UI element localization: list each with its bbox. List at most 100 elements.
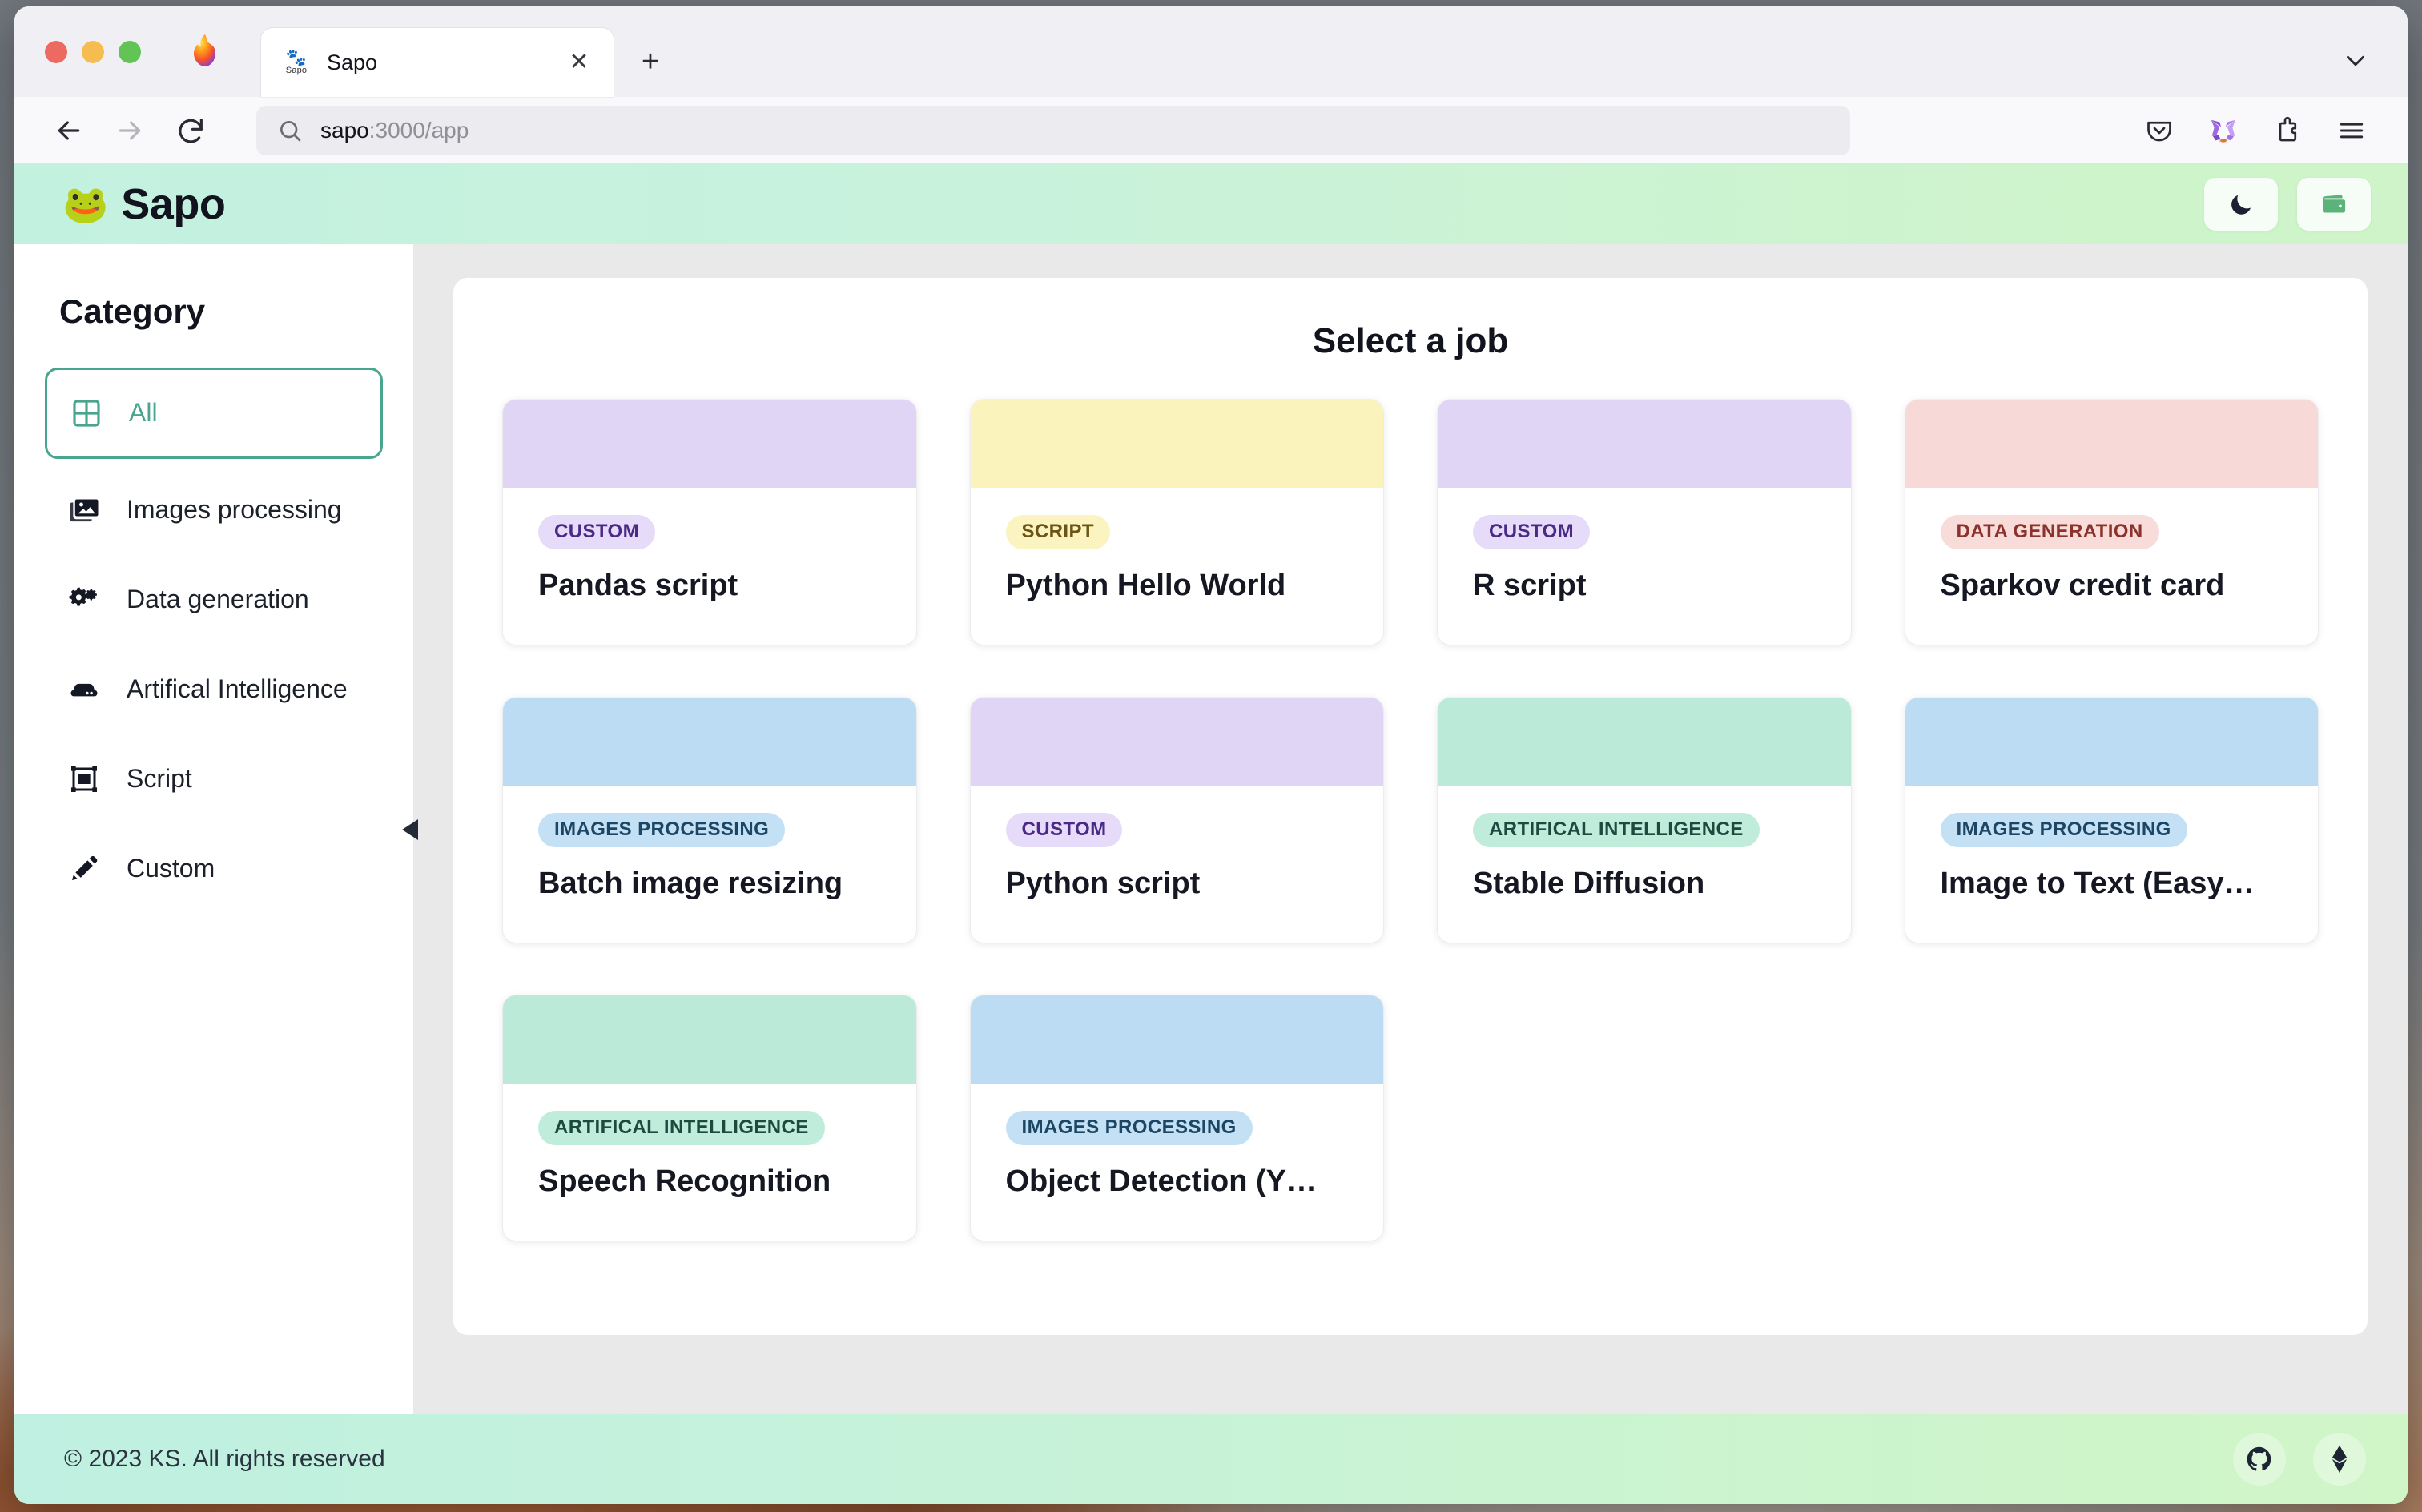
close-window-button[interactable] bbox=[45, 40, 67, 63]
url-host: sapo bbox=[320, 117, 369, 143]
back-arrow-icon[interactable] bbox=[42, 103, 96, 158]
wallet-button[interactable] bbox=[2297, 178, 2371, 231]
job-category-badge: CUSTOM bbox=[1473, 515, 1590, 549]
job-thumbnail bbox=[503, 995, 916, 1084]
favicon-label: Sapo bbox=[285, 65, 308, 75]
copyright-text: © 2023 KS. All rights reserved bbox=[64, 1446, 385, 1472]
wallet-icon bbox=[2319, 190, 2348, 219]
window-controls bbox=[14, 6, 159, 97]
sidebar-item-all[interactable]: All bbox=[45, 368, 383, 459]
job-title: Sparkov credit card bbox=[1940, 569, 2225, 602]
search-icon bbox=[277, 118, 303, 143]
new-tab-button[interactable]: + bbox=[633, 44, 668, 79]
sidebar-item-artifical-intelligence[interactable]: Artifical Intelligence bbox=[45, 651, 383, 728]
job-card[interactable]: SCRIPT Python Hello World bbox=[970, 400, 1383, 645]
job-body: IMAGES PROCESSING Image to Text (Easy… bbox=[1905, 786, 2319, 902]
job-card[interactable]: ARTIFICAL INTELLIGENCE Speech Recognition bbox=[503, 995, 916, 1241]
job-card[interactable]: DATA GENERATION Sparkov credit card bbox=[1905, 400, 2319, 645]
browser-toolbar: sapo:3000/app bbox=[14, 97, 2408, 164]
job-title: Object Detection (Y… bbox=[1005, 1164, 1318, 1198]
ethereum-icon bbox=[2327, 1445, 2352, 1474]
extensions-icon[interactable] bbox=[2262, 105, 2313, 156]
job-title: Python Hello World bbox=[1005, 569, 1286, 602]
url-path: :3000/app bbox=[368, 117, 469, 143]
job-body: CUSTOM Python script bbox=[971, 786, 1384, 902]
pocket-icon[interactable] bbox=[2134, 105, 2185, 156]
job-card[interactable]: CUSTOM R script bbox=[1438, 400, 1851, 645]
sidebar-item-label: Artifical Intelligence bbox=[127, 674, 348, 704]
job-body: CUSTOM Pandas script bbox=[503, 488, 916, 604]
reload-icon[interactable] bbox=[163, 103, 218, 158]
sidebar-item-custom[interactable]: Custom bbox=[45, 830, 383, 907]
moon-icon bbox=[2227, 191, 2255, 218]
browser-window: 🐾 Sapo Sapo ✕ + sapo:3000/app 🐸 Sapo Cat… bbox=[14, 6, 2408, 1504]
sidebar-collapse-button[interactable] bbox=[400, 816, 421, 843]
forward-arrow-icon[interactable] bbox=[103, 103, 157, 158]
job-category-badge: DATA GENERATION bbox=[1940, 515, 2159, 549]
pencil-icon bbox=[66, 850, 103, 887]
job-thumbnail bbox=[970, 400, 1383, 488]
tab-title: Sapo bbox=[327, 50, 378, 74]
job-thumbnail bbox=[1438, 400, 1851, 488]
job-body: ARTIFICAL INTELLIGENCE Stable Diffusion bbox=[1438, 786, 1851, 902]
maximize-window-button[interactable] bbox=[119, 40, 141, 63]
job-category-badge: ARTIFICAL INTELLIGENCE bbox=[538, 1111, 825, 1145]
job-body: ARTIFICAL INTELLIGENCE Speech Recognition bbox=[503, 1084, 916, 1200]
dark-mode-toggle[interactable] bbox=[2204, 178, 2278, 231]
sidebar-item-label: Data generation bbox=[127, 585, 309, 614]
job-thumbnail bbox=[1905, 400, 2318, 488]
header-actions bbox=[2204, 178, 2371, 231]
page-title: Select a job bbox=[1312, 321, 1509, 360]
script-icon bbox=[66, 761, 103, 798]
job-title: Python script bbox=[1005, 867, 1201, 900]
job-card[interactable]: IMAGES PROCESSING Batch image resizing bbox=[503, 698, 916, 943]
job-card[interactable]: CUSTOM Python script bbox=[970, 698, 1384, 943]
browser-tab[interactable]: 🐾 Sapo Sapo ✕ bbox=[261, 28, 614, 97]
job-category-badge: CUSTOM bbox=[1005, 813, 1123, 847]
grid-icon bbox=[68, 395, 105, 432]
job-title: Speech Recognition bbox=[538, 1164, 831, 1198]
job-title: Image to Text (Easy… bbox=[1940, 867, 2255, 900]
sidebar-item-data-generation[interactable]: Data generation bbox=[45, 561, 383, 638]
minimize-window-button[interactable] bbox=[82, 40, 104, 63]
sidebar-item-label: Script bbox=[127, 764, 192, 794]
job-card[interactable]: IMAGES PROCESSING Image to Text (Easy… bbox=[1905, 698, 2319, 943]
job-card[interactable]: ARTIFICAL INTELLIGENCE Stable Diffusion bbox=[1438, 698, 1851, 943]
category-sidebar: Category All Images processing Data gene… bbox=[14, 244, 418, 1414]
job-thumbnail bbox=[503, 698, 916, 786]
job-thumbnail bbox=[503, 400, 916, 488]
github-icon bbox=[2245, 1445, 2274, 1474]
images-icon bbox=[66, 492, 103, 529]
browser-tab-strip: 🐾 Sapo Sapo ✕ + bbox=[14, 6, 2408, 97]
triangle-left-icon bbox=[400, 817, 421, 842]
job-category-badge: CUSTOM bbox=[538, 515, 655, 549]
job-title: Batch image resizing bbox=[538, 867, 843, 900]
url-bar[interactable]: sapo:3000/app bbox=[256, 105, 1850, 155]
job-panel: Select a job CUSTOM Pandas script SCRIPT Py… bbox=[453, 278, 2368, 1335]
sidebar-item-images-processing[interactable]: Images processing bbox=[45, 472, 383, 549]
server-icon bbox=[66, 671, 103, 708]
job-category-badge: SCRIPT bbox=[1005, 515, 1110, 549]
web-page: 🐸 Sapo Category All Images processing Da… bbox=[14, 164, 2408, 1504]
job-thumbnail bbox=[970, 995, 1383, 1084]
gears-icon bbox=[66, 581, 103, 618]
frog-icon: 🐸 bbox=[62, 183, 109, 225]
close-tab-icon[interactable]: ✕ bbox=[564, 47, 594, 78]
main-content: Select a job CUSTOM Pandas script SCRIPT Py… bbox=[413, 244, 2408, 1414]
metamask-icon[interactable] bbox=[2198, 105, 2249, 156]
job-thumbnail bbox=[1905, 698, 2318, 786]
menu-icon[interactable] bbox=[2326, 105, 2377, 156]
job-card[interactable]: IMAGES PROCESSING Object Detection (Y… bbox=[970, 995, 1383, 1241]
github-link[interactable] bbox=[2233, 1433, 2286, 1486]
job-card[interactable]: CUSTOM Pandas script bbox=[503, 400, 916, 645]
sidebar-item-label: Images processing bbox=[127, 495, 342, 525]
job-category-badge: IMAGES PROCESSING bbox=[538, 813, 786, 847]
app-brand[interactable]: 🐸 Sapo bbox=[62, 179, 226, 229]
list-all-tabs-icon[interactable] bbox=[2340, 46, 2371, 76]
sidebar-item-label: Custom bbox=[127, 854, 215, 883]
sidebar-item-script[interactable]: Script bbox=[45, 741, 383, 818]
app-footer: © 2023 KS. All rights reserved bbox=[14, 1414, 2408, 1504]
page-body: Category All Images processing Data gene… bbox=[14, 244, 2408, 1414]
ethereum-link[interactable] bbox=[2313, 1433, 2366, 1486]
job-body: DATA GENERATION Sparkov credit card bbox=[1905, 488, 2319, 604]
